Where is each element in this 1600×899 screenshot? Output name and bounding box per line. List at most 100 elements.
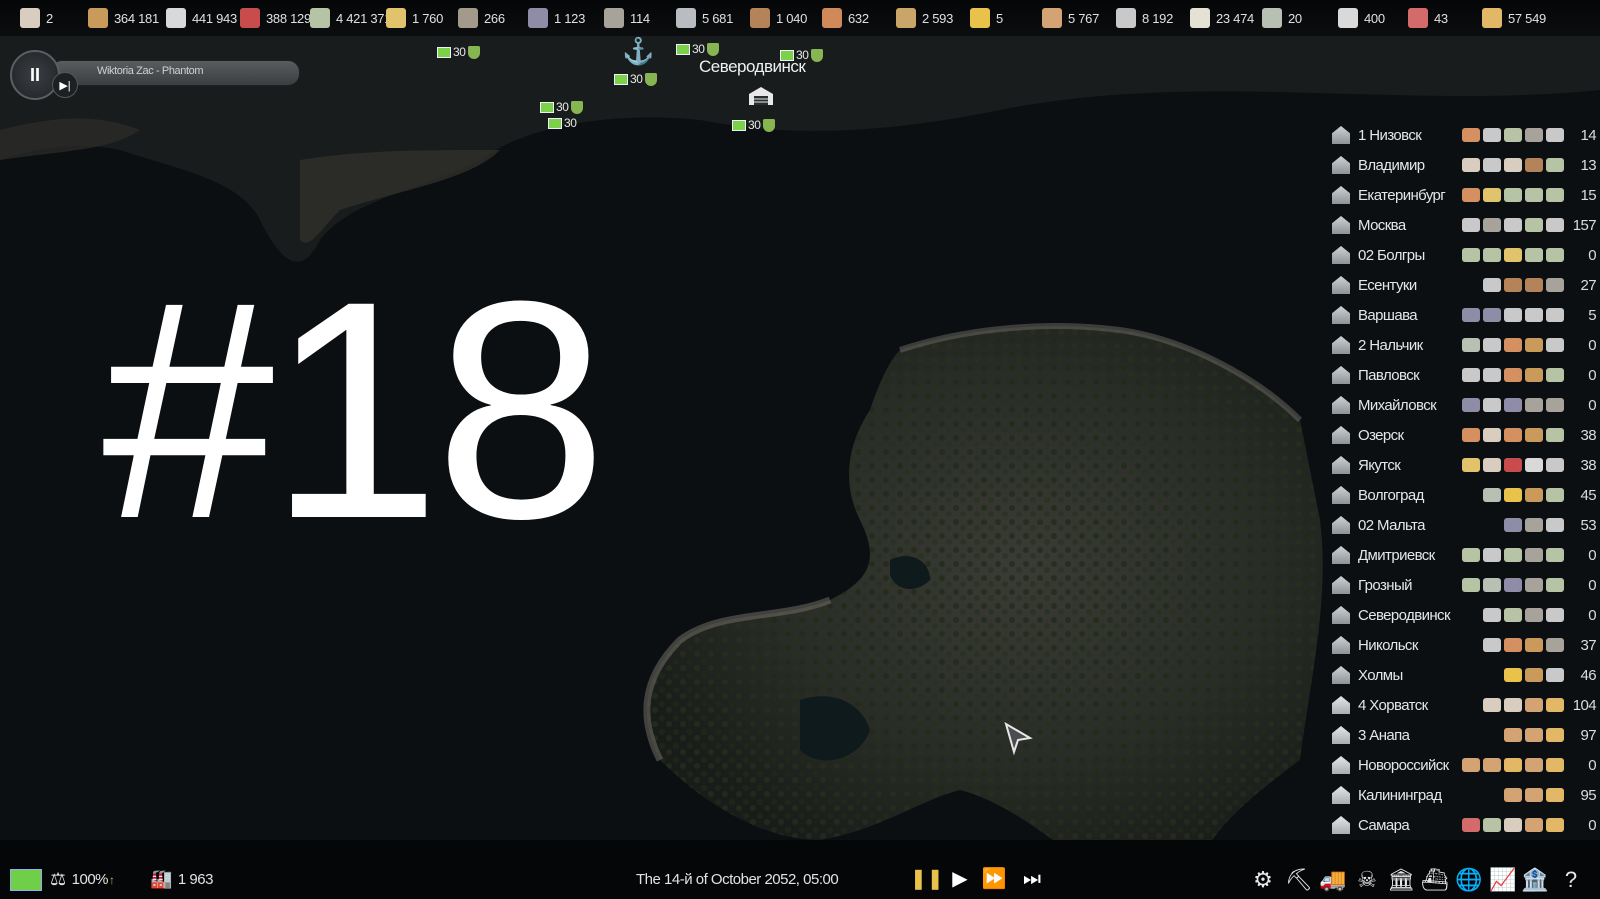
music-pause-button[interactable]: II [10, 50, 60, 100]
town-row[interactable]: 02 Болгры 0 [1332, 240, 1600, 270]
town-row[interactable]: Холмы 46 [1332, 660, 1600, 690]
shield-icon [762, 118, 775, 132]
pause-game-button[interactable]: ❚❚ [910, 866, 944, 892]
town-row[interactable]: Екатеринбург 15 [1332, 180, 1600, 210]
town-row[interactable]: Калининград 95 [1332, 780, 1600, 810]
bread-icon [88, 8, 108, 28]
resource-log[interactable]: 5 767 [1042, 0, 1099, 36]
production-icon[interactable]: ⛴ [1420, 865, 1450, 895]
ware-icon [1462, 758, 1480, 772]
ware-icon [1462, 398, 1480, 412]
transport-icon[interactable]: 🚚 [1318, 865, 1348, 895]
ware-icon [1525, 188, 1543, 202]
ware-icon [1525, 248, 1543, 262]
resource-cement[interactable]: 8 192 [1116, 0, 1173, 36]
resource-pipe[interactable]: 5 681 [676, 0, 733, 36]
government-icon[interactable]: 🏦 [1520, 865, 1550, 895]
resource-feather[interactable]: 441 943 [166, 0, 237, 36]
population-indicator[interactable]: 🏭 1 963 [150, 860, 213, 899]
unit-label[interactable]: 30 [437, 45, 480, 59]
town-count: 104 [1572, 696, 1597, 714]
town-row[interactable]: Михайловск 0 [1332, 390, 1600, 420]
fabric-icon [1262, 8, 1282, 28]
ware-icon [1546, 368, 1564, 382]
statistics-icon[interactable]: 📈 [1488, 865, 1518, 895]
resource-cotton[interactable]: 23 474 [1190, 0, 1254, 36]
town-row[interactable]: 2 Нальчик 0 [1332, 330, 1600, 360]
town-wares [1504, 728, 1564, 742]
town-name: Холмы [1358, 666, 1403, 684]
ore-pile-icon [458, 8, 478, 28]
resource-gravel[interactable]: 114 [604, 0, 650, 36]
town-row[interactable]: Москва 157 [1332, 210, 1600, 240]
world-icon[interactable]: 🌐 [1454, 865, 1484, 895]
unit-label[interactable]: 30 [732, 118, 775, 132]
town-name: Калининград [1358, 786, 1442, 804]
town-row[interactable]: Варшава 5 [1332, 300, 1600, 330]
town-name: Якутск [1358, 456, 1401, 474]
flag-button[interactable] [10, 860, 42, 899]
town-row[interactable]: Никольск 37 [1332, 630, 1600, 660]
town-row[interactable]: 02 Мальта 53 [1332, 510, 1600, 540]
resource-bottle[interactable]: 400 [1338, 0, 1385, 36]
resource-meat[interactable]: 43 [1408, 0, 1448, 36]
resource-ore-pile[interactable]: 266 [458, 0, 505, 36]
unit-label[interactable]: 30 [540, 100, 583, 114]
unit-label[interactable]: 30 [614, 72, 657, 86]
unit-label[interactable]: 30 [676, 42, 719, 56]
resource-steel[interactable]: 1 123 [528, 0, 585, 36]
construction-icon[interactable]: ⛏ [1284, 865, 1314, 895]
town-row[interactable]: Грозный 0 [1332, 570, 1600, 600]
resource-gold[interactable]: 5 [970, 0, 1003, 36]
resource-wheat[interactable]: 57 549 [1482, 0, 1546, 36]
resource-plank[interactable]: 4 421 371 [310, 0, 391, 36]
town-row[interactable]: Дмитриевск 0 [1332, 540, 1600, 570]
town-row[interactable]: 3 Анапа 97 [1332, 720, 1600, 750]
town-building-icon [1332, 546, 1350, 564]
unit-label[interactable]: 30 [548, 116, 577, 130]
town-row[interactable]: 4 Хорватск 104 [1332, 690, 1600, 720]
ware-icon [1504, 428, 1522, 442]
resource-paper[interactable]: 2 [20, 0, 53, 36]
play-button[interactable]: ▶ [946, 866, 974, 892]
unit-label[interactable]: 30 [780, 48, 823, 62]
town-row[interactable]: Владимир 13 [1332, 150, 1600, 180]
ware-icon [1462, 428, 1480, 442]
resource-value: 43 [1434, 10, 1448, 26]
town-row[interactable]: Новороссийск 0 [1332, 750, 1600, 780]
city-icon[interactable]: 🏛 [1386, 865, 1416, 895]
resource-value: 114 [630, 10, 650, 26]
resource-canister[interactable]: 388 129 [240, 0, 311, 36]
resource-bread[interactable]: 364 181 [88, 0, 159, 36]
track-bar[interactable]: Wiktoria Zac - Phantom [50, 60, 300, 86]
music-skip-button[interactable]: ▶| [52, 72, 78, 98]
resource-wood[interactable]: 1 040 [750, 0, 807, 36]
town-name: 2 Нальчик [1358, 336, 1423, 354]
flag-icon [437, 46, 451, 58]
town-row[interactable]: Якутск 38 [1332, 450, 1600, 480]
town-row[interactable]: Есентуки 27 [1332, 270, 1600, 300]
ware-icon [1483, 248, 1501, 262]
fastest-forward-button[interactable]: ⏭ [1018, 866, 1046, 892]
town-building-icon [1332, 516, 1350, 534]
approval-value: 100% [71, 871, 109, 888]
town-wares [1462, 308, 1564, 322]
resource-brick[interactable]: 632 [822, 0, 869, 36]
settings-icon[interactable]: ⚙ [1248, 865, 1278, 895]
fast-forward-button[interactable]: ⏩ [980, 866, 1008, 892]
town-row[interactable]: Павловск 0 [1332, 360, 1600, 390]
industry-icon[interactable]: ☠ [1352, 865, 1382, 895]
town-row[interactable]: 1 Низовск 14 [1332, 120, 1600, 150]
resource-stone[interactable]: 2 593 [896, 0, 953, 36]
town-row[interactable]: Волгоград 45 [1332, 480, 1600, 510]
unit-count: 30 [453, 45, 466, 59]
resource-grain[interactable]: 1 760 [386, 0, 443, 36]
town-row[interactable]: Самара 0 [1332, 810, 1600, 840]
harbor-anchor-icon[interactable]: ⚓ [622, 36, 654, 67]
depot-icon[interactable] [748, 86, 774, 106]
town-row[interactable]: Озерск 38 [1332, 420, 1600, 450]
help-icon[interactable]: ? [1556, 865, 1586, 895]
approval-indicator[interactable]: ⚖ 100% ↑ [50, 860, 115, 899]
town-row[interactable]: Северодвинск 0 [1332, 600, 1600, 630]
resource-fabric[interactable]: 20 [1262, 0, 1302, 36]
